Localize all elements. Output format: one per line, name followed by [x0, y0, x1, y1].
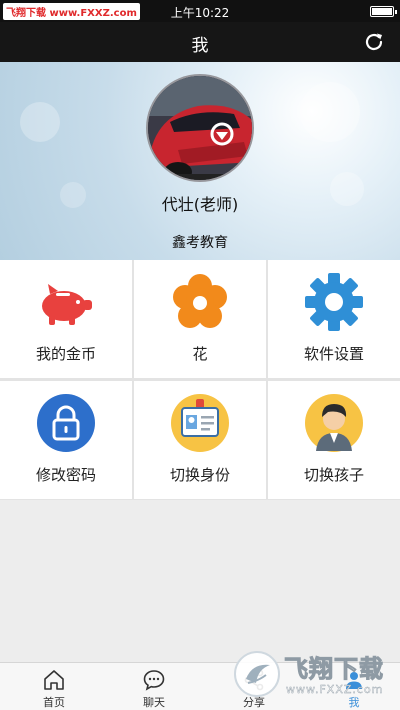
profile-name: 代壮(老师)	[161, 195, 239, 214]
profile-organization: 鑫考教育	[172, 235, 228, 251]
watermark-overlay: 飞翔下载 www.FXXZ.com	[230, 645, 396, 705]
child-avatar-icon	[305, 394, 363, 452]
bokeh-decoration	[300, 82, 360, 142]
tab-chat[interactable]: 聊天	[104, 663, 204, 710]
menu-label: 修改密码	[35, 466, 96, 484]
menu-item-settings[interactable]: 软件设置	[268, 260, 400, 378]
piggy-bank-icon	[42, 284, 92, 325]
tab-label: 首页	[43, 696, 65, 709]
menu-grid: 我的金币 花 软件设置 修改密码 切换身份 切换孩子	[0, 260, 400, 500]
refresh-icon[interactable]	[362, 30, 386, 54]
menu-item-switch-child[interactable]: 切换孩子	[268, 381, 400, 499]
status-bar: 飞翔下载 www.FXXZ.com 上午10:22	[0, 0, 400, 22]
avatar[interactable]	[146, 74, 254, 182]
car-photo-icon	[148, 76, 252, 180]
home-icon	[44, 670, 64, 690]
watermark-logo-icon	[234, 651, 280, 697]
menu-label: 软件设置	[303, 345, 364, 363]
chat-icon	[143, 670, 165, 691]
status-time: 上午10:22	[170, 6, 230, 20]
nav-header: 我	[0, 22, 400, 62]
watermark-brand: 飞翔下载	[284, 655, 384, 684]
menu-label: 我的金币	[35, 345, 96, 363]
flower-icon	[173, 274, 227, 328]
watermark-url: www.FXXZ.com	[286, 683, 384, 696]
menu-item-flower[interactable]: 花	[134, 260, 266, 378]
bokeh-decoration	[20, 102, 60, 142]
id-card-icon	[171, 394, 229, 452]
lock-icon	[37, 394, 95, 452]
menu-label: 花	[192, 345, 208, 363]
gear-icon	[305, 273, 363, 331]
page-title: 我	[191, 36, 209, 56]
menu-label: 切换身份	[169, 466, 230, 484]
tab-label: 聊天	[143, 696, 165, 709]
battery-icon	[370, 6, 397, 17]
menu-item-change-password[interactable]: 修改密码	[0, 381, 132, 499]
menu-item-coins[interactable]: 我的金币	[0, 260, 132, 378]
profile-banner: 代壮(老师) 鑫考教育	[0, 62, 400, 260]
menu-label: 切换孩子	[303, 466, 364, 484]
tab-home[interactable]: 首页	[4, 663, 104, 710]
menu-item-switch-identity[interactable]: 切换身份	[134, 381, 266, 499]
